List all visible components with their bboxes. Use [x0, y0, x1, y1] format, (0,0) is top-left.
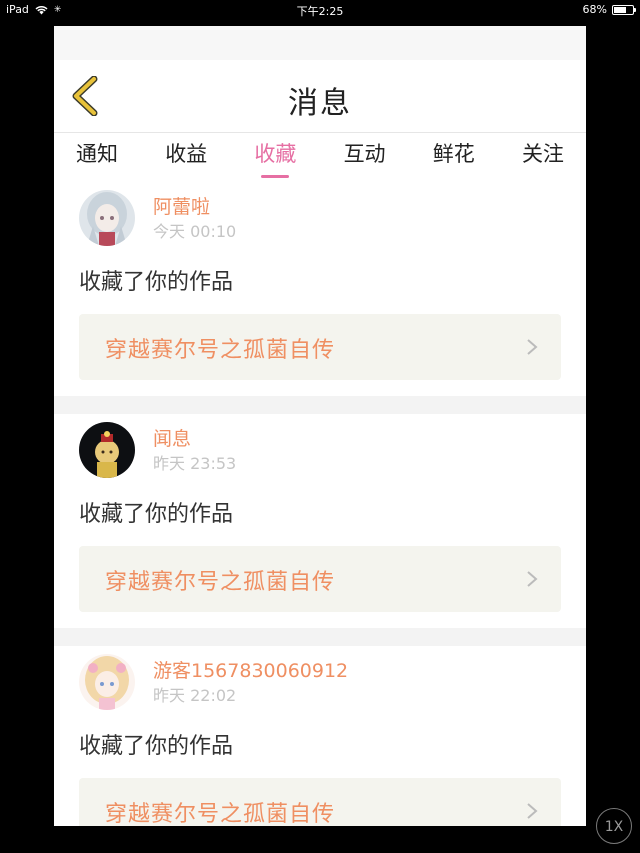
nav-bar: 消息	[54, 60, 586, 132]
card-separator	[54, 628, 586, 646]
chevron-right-icon	[527, 803, 538, 819]
tab-favorites[interactable]: 收藏	[254, 133, 296, 182]
card-header: 阿蕾啦 今天 00:10	[79, 182, 561, 248]
status-time: 下午2:25	[296, 5, 344, 18]
chevron-right-icon	[527, 571, 538, 587]
app-window: 消息 通知 收益 收藏 互动 鲜花 关注 阿蕾啦 今天 00:10 收藏了你的作…	[54, 26, 586, 826]
status-bar: iPad ✳ 下午2:25 68%	[0, 0, 640, 20]
timestamp: 今天 00:10	[153, 222, 237, 241]
work-link[interactable]: 穿越赛尔号之孤菌自传	[79, 314, 561, 380]
anime-girl-avatar-icon[interactable]	[79, 190, 135, 246]
timestamp: 昨天 23:53	[153, 454, 237, 473]
tab-bar: 通知 收益 收藏 互动 鲜花 关注	[54, 132, 586, 182]
notification-card: 阿蕾啦 今天 00:10 收藏了你的作品 穿越赛尔号之孤菌自传	[54, 182, 586, 396]
action-text: 收藏了你的作品	[79, 502, 234, 527]
notification-card: 游客1567830060912 昨天 22:02 收藏了你的作品 穿越赛尔号之孤…	[54, 646, 586, 826]
tab-earnings[interactable]: 收益	[165, 133, 207, 182]
notification-card: 闻息 昨天 23:53 收藏了你的作品 穿越赛尔号之孤菌自传	[54, 414, 586, 628]
card-header: 闻息 昨天 23:53	[79, 414, 561, 480]
username[interactable]: 游客1567830060912	[153, 656, 348, 683]
work-title: 穿越赛尔号之孤菌自传	[105, 570, 336, 595]
timestamp: 昨天 22:02	[153, 686, 237, 705]
username[interactable]: 闻息	[153, 424, 191, 451]
battery-percent: 68%	[582, 3, 607, 16]
action-text: 收藏了你的作品	[79, 734, 234, 759]
work-title: 穿越赛尔号之孤菌自传	[105, 338, 336, 363]
card-separator	[54, 396, 586, 414]
work-link[interactable]: 穿越赛尔号之孤菌自传	[79, 546, 561, 612]
tab-notifications[interactable]: 通知	[76, 133, 118, 182]
battery-icon	[612, 4, 636, 15]
work-title: 穿越赛尔号之孤菌自传	[105, 802, 336, 826]
card-header: 游客1567830060912 昨天 22:02	[79, 646, 561, 712]
chevron-right-icon	[527, 339, 538, 355]
tab-interactions[interactable]: 互动	[344, 133, 386, 182]
status-right: 68%	[582, 3, 636, 16]
username[interactable]: 阿蕾啦	[153, 192, 210, 219]
top-strip	[54, 26, 586, 60]
page-title: 消息	[288, 86, 352, 121]
zoom-badge[interactable]: 1X	[596, 808, 632, 844]
battery-level	[614, 6, 626, 13]
dark-character-avatar-icon[interactable]	[79, 422, 135, 478]
action-text: 收藏了你的作品	[79, 270, 234, 295]
work-link[interactable]: 穿越赛尔号之孤菌自传	[79, 778, 561, 826]
pink-hair-avatar-icon[interactable]	[79, 654, 135, 710]
tab-flowers[interactable]: 鲜花	[433, 133, 475, 182]
tab-follows[interactable]: 关注	[522, 133, 564, 182]
